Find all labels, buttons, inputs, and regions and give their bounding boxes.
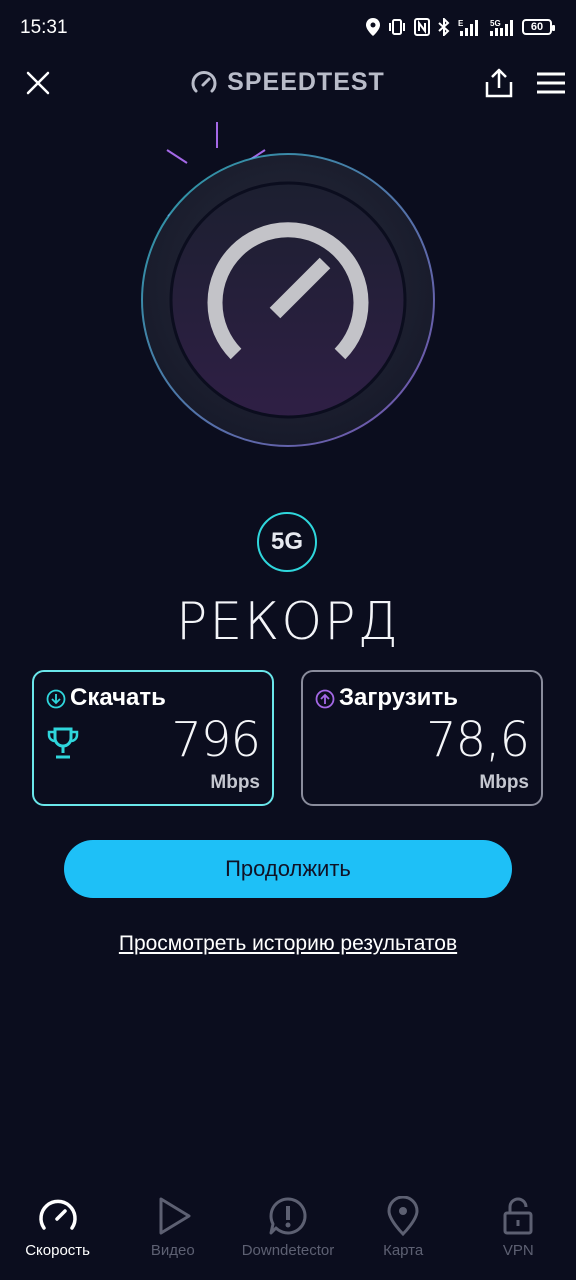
location-icon [366, 18, 380, 36]
nav-item-map[interactable]: Карта [346, 1196, 461, 1280]
nav-label: Downdetector [241, 1242, 335, 1259]
nav-item-downdetector[interactable]: Downdetector [230, 1196, 345, 1280]
nav-label: Скорость [25, 1242, 90, 1259]
history-link[interactable]: Просмотреть историю результатов [0, 932, 576, 956]
upload-unit: Mbps [479, 772, 529, 793]
upload-label: Загрузить [339, 684, 458, 711]
status-time: 15:31 [20, 17, 68, 38]
vibrate-icon [389, 19, 405, 35]
play-icon [159, 1197, 191, 1235]
signal-e-icon: E [458, 19, 478, 36]
lock-icon [503, 1197, 533, 1235]
continue-button[interactable]: Продолжить [64, 840, 512, 898]
signal-5g-icon: 5G [490, 19, 513, 36]
status-icons: E 5G 60 [366, 18, 555, 36]
svg-text:E: E [458, 19, 464, 28]
nav-item-vpn[interactable]: VPN [461, 1196, 576, 1280]
speedtest-logo-icon [191, 70, 217, 92]
network-badge: 5G [257, 512, 317, 572]
nav-item-video[interactable]: Видео [115, 1196, 230, 1280]
result-title: РЕКОРД [176, 592, 400, 652]
download-arrow-icon [46, 689, 66, 709]
upload-card: Загрузить 78,6 Mbps [301, 670, 543, 806]
nav-label: VPN [502, 1242, 534, 1259]
download-unit: Mbps [210, 772, 260, 793]
download-label: Скачать [70, 684, 166, 711]
upload-arrow-icon [315, 689, 335, 709]
bottom-nav: Скорость Видео Downdetector Карта VPN [0, 1196, 576, 1280]
nav-item-speed[interactable]: Скорость [0, 1196, 115, 1280]
svg-text:5G: 5G [490, 19, 501, 28]
battery-indicator: 60 [522, 19, 555, 35]
upload-value: 78,6 [426, 712, 530, 768]
bluetooth-icon [438, 18, 450, 36]
nfc-icon [414, 18, 430, 36]
nav-label: Карта [383, 1242, 424, 1259]
trophy-icon [47, 727, 79, 759]
nav-label: Видео [150, 1242, 195, 1259]
alert-icon [269, 1197, 307, 1235]
gauge-icon [38, 1199, 77, 1230]
download-card: Скачать 796 Mbps [32, 670, 274, 806]
speed-gauge [141, 122, 435, 447]
app-title-text: SPEEDTEST [227, 68, 385, 96]
share-icon[interactable] [485, 68, 513, 98]
download-value: 796 [171, 712, 261, 768]
menu-icon[interactable] [536, 72, 566, 94]
map-pin-icon [387, 1196, 419, 1236]
